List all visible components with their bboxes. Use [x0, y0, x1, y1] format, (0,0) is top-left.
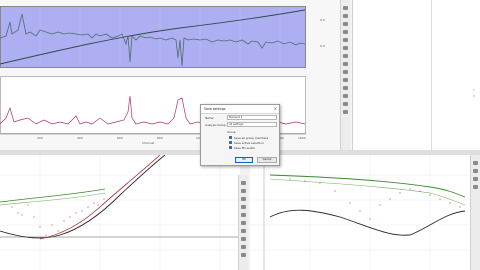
save-settings-dialog: Save settings × Name: Element 1 Analysis… [200, 104, 280, 166]
zoom-out-icon[interactable] [343, 14, 348, 18]
export-icon[interactable] [241, 221, 246, 225]
layers-icon[interactable] [241, 229, 246, 233]
green-curve-lower [269, 178, 466, 206]
cursor-icon[interactable] [343, 30, 348, 34]
info-icon[interactable] [343, 78, 348, 82]
x-tick-8: 1600 [298, 136, 306, 140]
bottom-right-chart [250, 155, 480, 270]
bottom-right-toolbar [470, 155, 480, 270]
right-panel-note-a: 1 [473, 88, 475, 92]
name-label: Name: [205, 116, 215, 120]
x-tick-3: 600 [117, 136, 123, 140]
export-icon[interactable] [343, 54, 348, 58]
group-select[interactable]: All settings [227, 122, 277, 127]
name-field[interactable]: Element 1 [227, 115, 277, 120]
section-label: Group [227, 130, 236, 134]
option-3-label: Save fit results [234, 146, 255, 150]
info-icon[interactable] [241, 253, 246, 257]
print-icon[interactable] [343, 62, 348, 66]
zoom-in-icon[interactable] [241, 181, 246, 185]
lock-icon[interactable] [343, 86, 348, 90]
zoom-in-icon[interactable] [343, 6, 348, 10]
zoom-in-icon[interactable] [473, 161, 478, 165]
x-axis-label: Channel [142, 141, 155, 145]
grid-icon[interactable] [343, 46, 348, 50]
range-icon[interactable] [343, 102, 348, 106]
bottom-left-chart-panel [0, 155, 248, 270]
dialog-title: Save settings [204, 107, 226, 111]
signal-line [0, 13, 306, 67]
option-2-checkbox[interactable] [229, 141, 232, 144]
top-signal-chart [0, 7, 306, 135]
group-label: Analysis Group: [205, 123, 227, 127]
layers-icon[interactable] [343, 70, 348, 74]
green-fit-lower [0, 192, 106, 206]
settings-icon[interactable] [241, 213, 246, 217]
x-tick-2: 400 [77, 136, 83, 140]
zoom-out-icon[interactable] [241, 189, 246, 193]
pan-icon[interactable] [343, 22, 348, 26]
option-1-checkbox[interactable] [229, 136, 232, 139]
pan-icon[interactable] [241, 197, 246, 201]
right-panel-note-b: 0 [473, 94, 475, 98]
right-side-panel: 1 0 [352, 0, 480, 150]
top-chart-panel: 0.5 0.0 200 400 600 800 1000 1200 1400 1… [0, 0, 350, 150]
top-side-toolbar [340, 0, 350, 150]
bottom-right-chart-panel [250, 155, 480, 270]
dialog-title-bar: Save settings × [201, 105, 279, 114]
right-axis-tick-1: 0.5 [320, 18, 325, 22]
pan-icon[interactable] [473, 177, 478, 181]
marker-icon[interactable] [343, 110, 348, 114]
settings-icon[interactable] [343, 38, 348, 42]
cursor-icon[interactable] [241, 205, 246, 209]
option-3-checkbox[interactable] [229, 146, 232, 149]
settings-icon[interactable] [473, 185, 478, 189]
zoom-out-icon[interactable] [473, 169, 478, 173]
bottom-left-chart [0, 155, 240, 270]
dark-curve [269, 209, 466, 236]
trend-line [0, 9, 306, 65]
x-tick-4: 800 [157, 136, 163, 140]
fit-icon[interactable] [241, 245, 246, 249]
option-2-label: Save active selection [234, 141, 264, 145]
bottom-left-toolbar [238, 175, 248, 270]
x-tick-1: 200 [37, 136, 43, 140]
close-icon[interactable]: × [274, 106, 277, 111]
right-panel-divider [431, 0, 432, 150]
right-axis-tick-2: 0.0 [320, 44, 325, 48]
grid-icon[interactable] [241, 237, 246, 241]
cancel-button[interactable]: Cancel [257, 157, 277, 163]
fit-icon[interactable] [343, 94, 348, 98]
ok-button[interactable]: OK [235, 157, 253, 163]
option-1-label: Save all group members [234, 136, 269, 140]
